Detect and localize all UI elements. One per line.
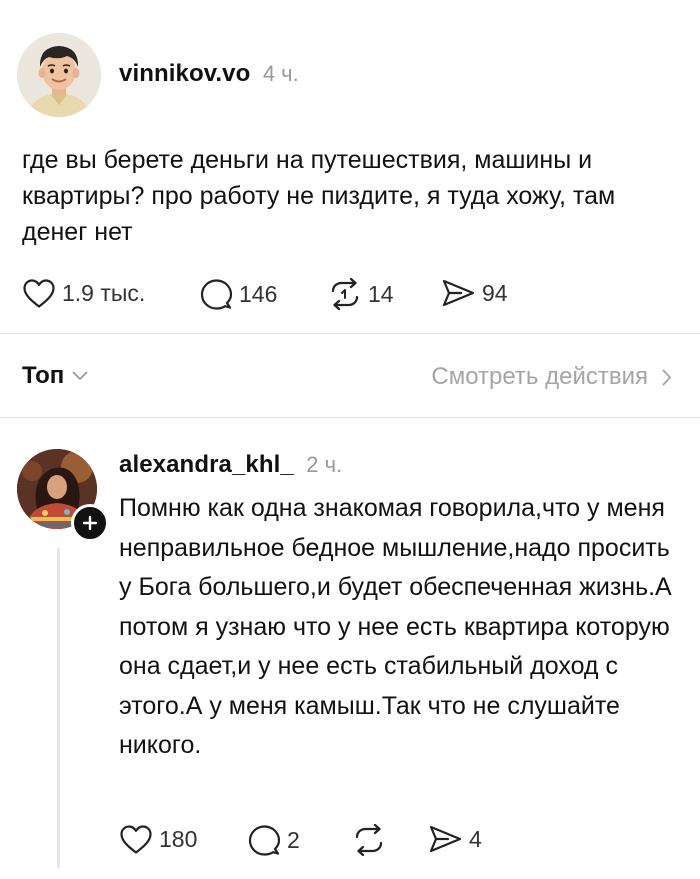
reply-reply-count: 2 <box>287 826 300 853</box>
heart-icon <box>23 279 55 308</box>
view-activity-label: Смотреть действия <box>431 363 648 390</box>
chevron-down-icon <box>72 371 88 380</box>
heart-icon <box>120 825 152 854</box>
share-button[interactable]: 94 <box>441 278 508 308</box>
chevron-right-icon <box>662 369 671 385</box>
reply-share-count: 4 <box>469 825 482 852</box>
paper-plane-icon <box>429 825 462 853</box>
avatar[interactable] <box>17 33 101 117</box>
repost-arrows-icon <box>331 278 359 310</box>
reply-text: Помню как одна знакомая говорила,что у м… <box>119 494 672 759</box>
divider <box>0 333 700 334</box>
share-count: 94 <box>482 279 508 306</box>
reply-count: 146 <box>239 280 278 307</box>
reply-repost-button[interactable] <box>352 824 386 856</box>
divider <box>0 417 700 418</box>
reply-header: alexandra_khl_ 2 ч. <box>119 451 342 479</box>
like-count: 1.9 тыс. <box>62 280 146 306</box>
paper-plane-icon <box>442 279 475 307</box>
post-username[interactable]: vinnikov.vo <box>119 60 250 87</box>
like-button[interactable]: 1.9 тыс. <box>22 278 145 309</box>
reply-like-button[interactable]: 180 <box>119 824 197 855</box>
reply-button[interactable]: 146 <box>200 278 277 310</box>
reply-time: 2 ч. <box>306 452 343 477</box>
repost-button[interactable]: 14 <box>328 278 394 310</box>
plus-icon <box>82 515 98 531</box>
reply-reply-button[interactable]: 2 <box>248 824 300 856</box>
repost-arrows-icon <box>355 824 383 856</box>
post-time: 4 ч. <box>262 61 299 86</box>
post-header: vinnikov.vo 4 ч. <box>119 60 299 88</box>
post-text: где вы берете деньги на путешествия, маш… <box>22 146 616 246</box>
thread-line <box>57 548 60 868</box>
reply-share-button[interactable]: 4 <box>428 824 482 854</box>
speech-bubble-icon <box>248 825 281 856</box>
sort-dropdown[interactable]: Топ <box>22 362 88 390</box>
sort-label: Топ <box>22 362 65 389</box>
view-activity-link[interactable]: Смотреть действия <box>431 363 672 391</box>
speech-bubble-icon <box>200 279 233 310</box>
follow-button[interactable] <box>71 504 109 542</box>
reply-like-count: 180 <box>159 826 198 852</box>
reply-username[interactable]: alexandra_khl_ <box>119 451 294 478</box>
repost-count: 14 <box>368 280 394 307</box>
